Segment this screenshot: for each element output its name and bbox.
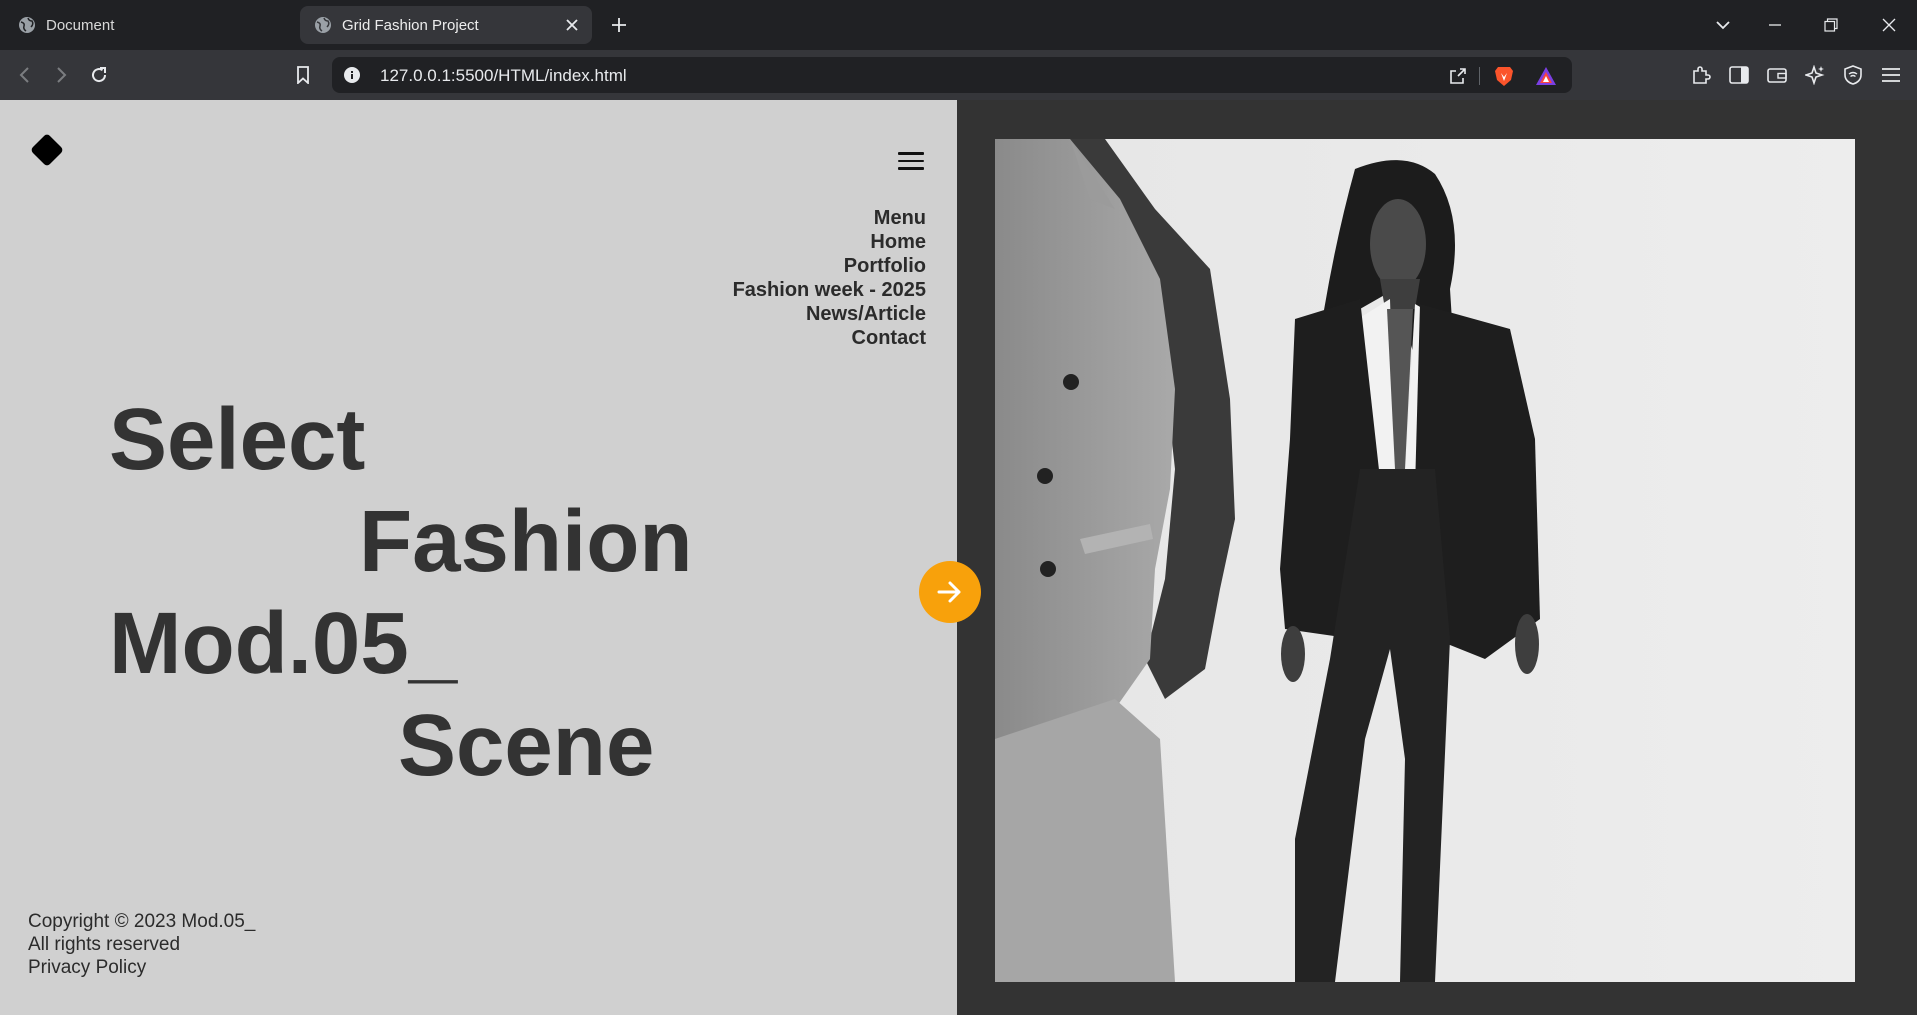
tab-title: Grid Fashion Project [342, 16, 479, 34]
tab-grid-fashion-project[interactable]: Grid Fashion Project [300, 6, 592, 44]
nav-item-home[interactable]: Home [733, 230, 926, 254]
reload-icon[interactable] [84, 60, 114, 90]
share-icon[interactable] [1446, 64, 1470, 88]
close-tab-icon[interactable] [562, 15, 582, 35]
menu-hamburger-icon[interactable] [1876, 60, 1906, 90]
close-window-icon[interactable] [1874, 10, 1904, 40]
privacy-policy-link[interactable]: Privacy Policy [28, 956, 255, 979]
forward-icon[interactable] [46, 60, 76, 90]
nav-item-news-article[interactable]: News/Article [733, 302, 926, 326]
back-icon[interactable] [10, 60, 40, 90]
wallet-icon[interactable] [1762, 60, 1792, 90]
restore-icon[interactable] [1816, 10, 1846, 40]
logo-diamond-icon[interactable] [30, 133, 64, 167]
arrow-right-icon [937, 581, 961, 603]
site-info-icon[interactable] [342, 65, 362, 85]
hero-word-mod05: Mod.05_ [109, 595, 458, 692]
vpn-shield-icon[interactable] [1838, 60, 1868, 90]
separator [1479, 67, 1480, 85]
new-tab-icon[interactable] [606, 12, 632, 38]
hero-word-scene: Scene [398, 697, 655, 794]
browser-tab-bar: Document Grid Fashion Project [0, 0, 1917, 50]
hero-word-fashion: Fashion [359, 493, 693, 590]
nav-item-menu[interactable]: Menu [733, 206, 926, 230]
sidebar-icon[interactable] [1724, 60, 1754, 90]
next-arrow-button[interactable] [919, 561, 981, 623]
globe-icon [314, 16, 332, 34]
hero-word-select: Select [109, 391, 366, 488]
extensions-icon[interactable] [1686, 60, 1716, 90]
nav-item-contact[interactable]: Contact [733, 326, 926, 350]
left-panel: Menu Home Portfolio Fashion week - 2025 … [0, 100, 957, 1015]
brave-rewards-icon[interactable] [1534, 64, 1558, 88]
fashion-photo [995, 139, 1855, 982]
nav-item-fashion-week[interactable]: Fashion week - 2025 [733, 278, 926, 302]
footer: Copyright © 2023 Mod.05_ All rights rese… [28, 910, 255, 979]
page-viewport: Menu Home Portfolio Fashion week - 2025 … [0, 100, 1917, 1015]
address-bar[interactable]: 127.0.0.1:5500/HTML/index.html [332, 57, 1572, 93]
leo-ai-icon[interactable] [1800, 60, 1830, 90]
tab-document[interactable]: Document [0, 6, 296, 44]
bookmark-icon[interactable] [288, 60, 318, 90]
menu-hamburger-icon[interactable] [898, 152, 924, 172]
minimize-icon[interactable] [1760, 10, 1790, 40]
footer-copyright: Copyright © 2023 Mod.05_ [28, 911, 256, 932]
url-text: 127.0.0.1:5500/HTML/index.html [380, 66, 627, 85]
main-nav: Menu Home Portfolio Fashion week - 2025 … [733, 206, 926, 350]
nav-item-portfolio[interactable]: Portfolio [733, 254, 926, 278]
footer-rights: All rights reserved [28, 934, 181, 955]
tab-search-chevron-icon[interactable] [1708, 10, 1738, 40]
globe-icon [18, 16, 36, 34]
tab-title: Document [46, 16, 115, 34]
brave-shields-icon[interactable] [1492, 64, 1516, 88]
